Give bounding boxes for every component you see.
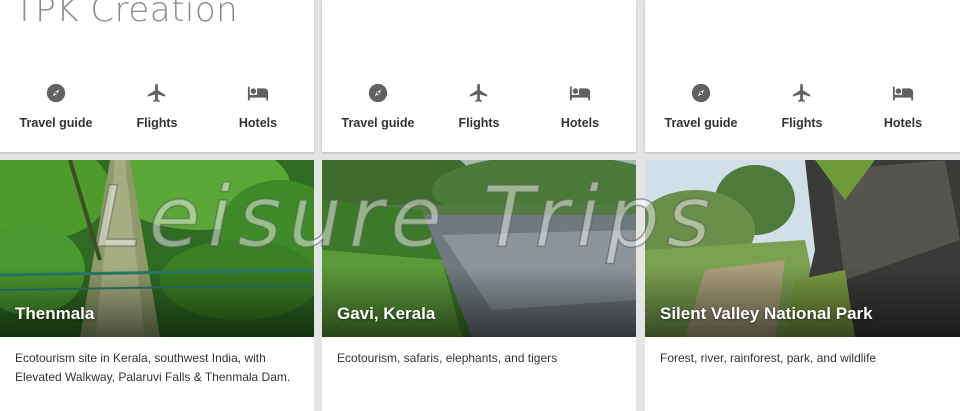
flights-label: Flights (458, 116, 500, 130)
flights-label: Flights (781, 116, 823, 130)
brand-title: TPK Creation (14, 0, 239, 30)
bed-icon (892, 86, 914, 101)
destination-description: Ecotourism, safaris, elephants, and tige… (322, 337, 636, 411)
destination-photo[interactable]: Silent Valley National Park (645, 160, 960, 337)
destination-card-thenmala: TPK Creation Travel guide Flights Hotels (0, 0, 314, 411)
compass-icon (46, 83, 66, 103)
travel-guide-label: Travel guide (341, 116, 415, 130)
airplane-icon (469, 83, 488, 103)
bed-icon (569, 86, 591, 101)
flights-label: Flights (136, 116, 178, 130)
compass-icon (368, 83, 388, 103)
card-actions: Travel guide Flights Hotels (322, 82, 636, 138)
travel-guide-button[interactable]: Travel guide (651, 82, 751, 130)
destination-photo[interactable]: Gavi, Kerala (322, 160, 636, 337)
airplane-icon (147, 83, 166, 103)
hotels-label: Hotels (238, 116, 278, 130)
hotels-button[interactable]: Hotels (530, 82, 630, 130)
travel-guide-label: Travel guide (19, 116, 93, 130)
compass-icon (691, 83, 711, 103)
title-shade (0, 267, 314, 337)
airplane-icon (792, 83, 811, 103)
destination-photo[interactable]: Thenmala (0, 160, 314, 337)
card-header: Travel guide Flights Hotels (645, 0, 960, 152)
title-shade (645, 267, 960, 337)
flights-button[interactable]: Flights (429, 82, 529, 130)
card-actions: Travel guide Flights Hotels (0, 82, 314, 138)
destination-description: Forest, river, rainforest, park, and wil… (645, 337, 960, 411)
travel-guide-label: Travel guide (664, 116, 738, 130)
destination-title[interactable]: Silent Valley National Park (660, 304, 873, 324)
destination-title[interactable]: Gavi, Kerala (337, 304, 435, 324)
destination-card-gavi: Travel guide Flights Hotels Gavi, Kerala (322, 0, 636, 411)
destination-description: Ecotourism site in Kerala, southwest Ind… (0, 337, 314, 411)
destination-title[interactable]: Thenmala (15, 304, 94, 324)
destination-card-silent-valley: Travel guide Flights Hotels Silent Valle… (645, 0, 960, 411)
title-shade (322, 267, 636, 337)
card-header: Travel guide Flights Hotels (322, 0, 636, 152)
flights-button[interactable]: Flights (752, 82, 852, 130)
hotels-button[interactable]: Hotels (208, 82, 308, 130)
travel-guide-button[interactable]: Travel guide (6, 82, 106, 130)
card-header: TPK Creation Travel guide Flights Hotels (0, 0, 314, 152)
card-actions: Travel guide Flights Hotels (645, 82, 960, 138)
travel-guide-button[interactable]: Travel guide (328, 82, 428, 130)
hotels-button[interactable]: Hotels (853, 82, 953, 130)
bed-icon (247, 86, 269, 101)
flights-button[interactable]: Flights (107, 82, 207, 130)
hotels-label: Hotels (560, 116, 600, 130)
hotels-label: Hotels (883, 116, 923, 130)
